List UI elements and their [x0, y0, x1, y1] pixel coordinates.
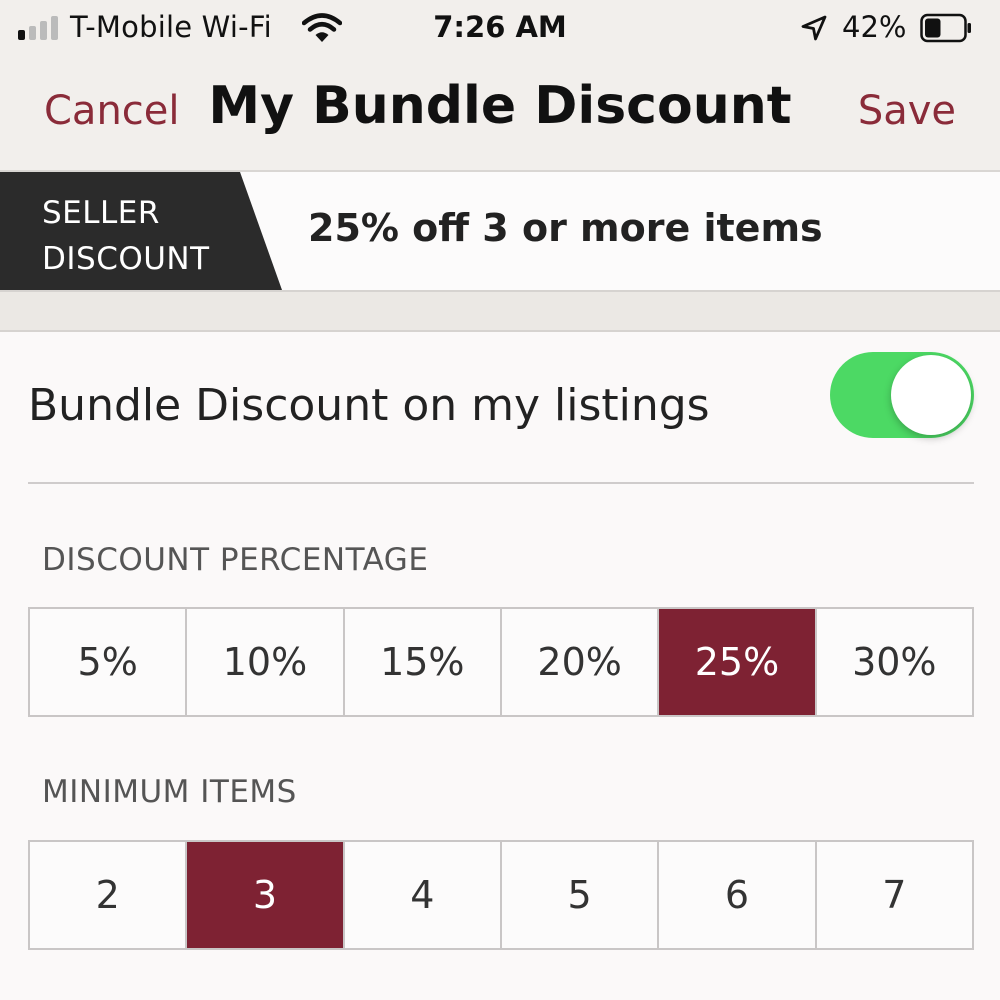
min-items-option-4[interactable]: 4: [342, 842, 500, 948]
save-button[interactable]: Save: [858, 88, 956, 134]
min-items-option-3[interactable]: 3: [185, 842, 343, 948]
discount-option-25[interactable]: 25%: [657, 609, 815, 715]
minimum-items-selector: 2 3 4 5 6 7: [28, 840, 974, 950]
min-items-option-7[interactable]: 7: [814, 842, 972, 948]
min-items-option-2[interactable]: 2: [30, 842, 185, 948]
section-separator: [0, 290, 1000, 332]
battery-icon: [920, 13, 971, 43]
discount-option-20[interactable]: 20%: [499, 609, 657, 715]
bundle-discount-toggle[interactable]: [830, 352, 974, 438]
discount-option-5[interactable]: 5%: [30, 609, 185, 715]
battery-percent: 42%: [842, 10, 907, 44]
location-arrow-icon: [801, 15, 827, 41]
cancel-button[interactable]: Cancel: [44, 88, 180, 134]
min-items-option-6[interactable]: 6: [657, 842, 814, 948]
nav-bar: My Bundle Discount Cancel Save: [0, 56, 1000, 172]
discount-option-10[interactable]: 10%: [185, 609, 342, 715]
min-items-option-5[interactable]: 5: [499, 842, 657, 948]
divider: [28, 482, 974, 484]
seller-tag-line2: DISCOUNT: [42, 241, 210, 277]
bundle-discount-toggle-label: Bundle Discount on my listings: [28, 380, 710, 431]
minimum-items-label: MINIMUM ITEMS: [42, 774, 297, 810]
discount-percentage-label: DISCOUNT PERCENTAGE: [42, 542, 429, 578]
seller-discount-banner: SELLER DISCOUNT 25% off 3 or more items: [0, 172, 1000, 290]
toggle-knob: [891, 355, 971, 435]
discount-percentage-selector: 5% 10% 15% 20% 25% 30%: [28, 607, 974, 717]
seller-tag-line1: SELLER: [42, 195, 160, 231]
status-bar: T-Mobile Wi-Fi 7:26 AM 42%: [0, 0, 1000, 56]
discount-option-30[interactable]: 30%: [814, 609, 972, 715]
discount-option-15[interactable]: 15%: [342, 609, 500, 715]
discount-summary: 25% off 3 or more items: [308, 206, 823, 250]
seller-discount-tag-text: SELLER DISCOUNT: [42, 190, 272, 282]
